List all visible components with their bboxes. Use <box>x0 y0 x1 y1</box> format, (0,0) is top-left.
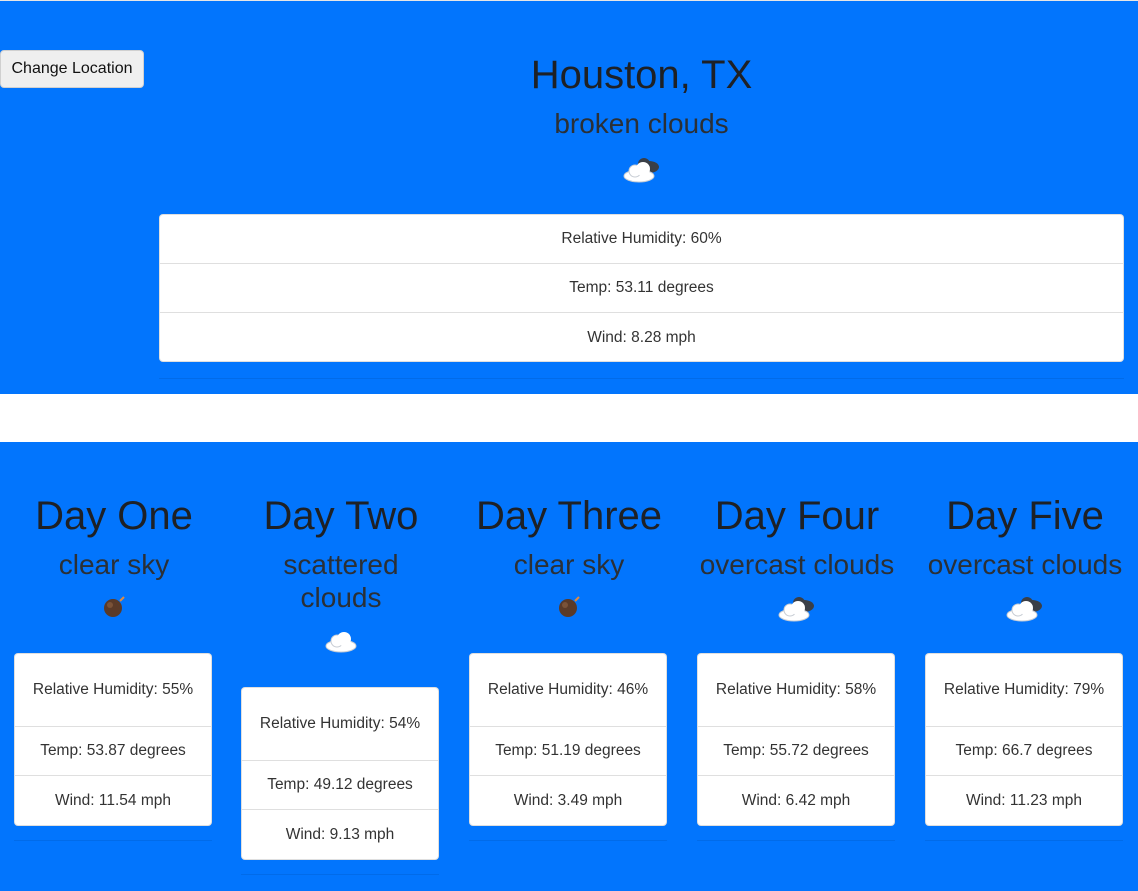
day-temp: Temp: 49.12 degrees <box>242 761 438 810</box>
day-wind: Wind: 3.49 mph <box>513 791 623 809</box>
city-name: Houston, TX <box>530 53 753 97</box>
divider <box>469 840 667 841</box>
day-humidity: Relative Humidity: 55% <box>15 654 211 727</box>
day-description: clear sky <box>513 549 625 580</box>
overcast-clouds-icon <box>911 592 1138 626</box>
day-details-list: Relative Humidity: 54% Temp: 49.12 degre… <box>241 687 439 860</box>
current-description: broken clouds <box>554 108 729 139</box>
day-humidity: Relative Humidity: 58% <box>698 654 894 727</box>
day-title: Day Five <box>946 494 1104 538</box>
day-details-list: Relative Humidity: 79% Temp: 66.7 degree… <box>925 653 1123 826</box>
day-wind: Wind: 11.54 mph <box>54 791 172 809</box>
day-temp: Temp: 51.19 degrees <box>470 727 666 776</box>
clear-sky-icon <box>0 592 228 626</box>
divider <box>697 840 895 841</box>
day-description: overcast clouds <box>927 549 1123 580</box>
divider <box>159 378 1124 379</box>
forecast-panel: Day One clear sky Relative Humidity: 55%… <box>0 442 1138 891</box>
day-description: overcast clouds <box>699 549 895 580</box>
day-title: Day Two <box>263 494 419 538</box>
current-temp: Temp: 53.11 degrees <box>160 264 1123 313</box>
day-wind: Wind: 6.42 mph <box>741 791 851 809</box>
day-title: Day Three <box>475 494 662 538</box>
scattered-clouds-icon <box>227 626 455 660</box>
clear-sky-icon <box>455 592 683 626</box>
day-details-list: Relative Humidity: 55% Temp: 53.87 degre… <box>14 653 212 826</box>
day-title: Day Four <box>714 494 880 538</box>
day-temp: Temp: 66.7 degrees <box>926 727 1122 776</box>
day-title: Day One <box>35 494 193 538</box>
current-wind: Wind: 8.28 mph <box>587 328 696 346</box>
current-weather-panel: Change Location Houston, TX broken cloud… <box>0 0 1138 394</box>
day-temp: Temp: 53.87 degrees <box>15 727 211 776</box>
divider <box>241 874 439 875</box>
current-humidity: Relative Humidity: 60% <box>160 215 1123 264</box>
day-humidity: Relative Humidity: 54% <box>242 688 438 761</box>
divider <box>925 840 1123 841</box>
overcast-clouds-icon <box>683 592 911 626</box>
day-description: scattered clouds <box>283 549 399 613</box>
current-details-list: Relative Humidity: 60% Temp: 53.11 degre… <box>159 214 1124 362</box>
day-details-list: Relative Humidity: 46% Temp: 51.19 degre… <box>469 653 667 826</box>
divider <box>14 840 212 841</box>
change-location-button[interactable]: Change Location <box>0 50 144 88</box>
day-humidity: Relative Humidity: 46% <box>470 654 666 727</box>
day-wind: Wind: 11.23 mph <box>965 791 1083 809</box>
day-wind: Wind: 9.13 mph <box>285 825 395 843</box>
day-temp: Temp: 55.72 degrees <box>698 727 894 776</box>
broken-clouds-icon <box>159 152 1124 188</box>
day-description: clear sky <box>58 549 170 580</box>
day-humidity: Relative Humidity: 79% <box>926 654 1122 727</box>
day-details-list: Relative Humidity: 58% Temp: 55.72 degre… <box>697 653 895 826</box>
